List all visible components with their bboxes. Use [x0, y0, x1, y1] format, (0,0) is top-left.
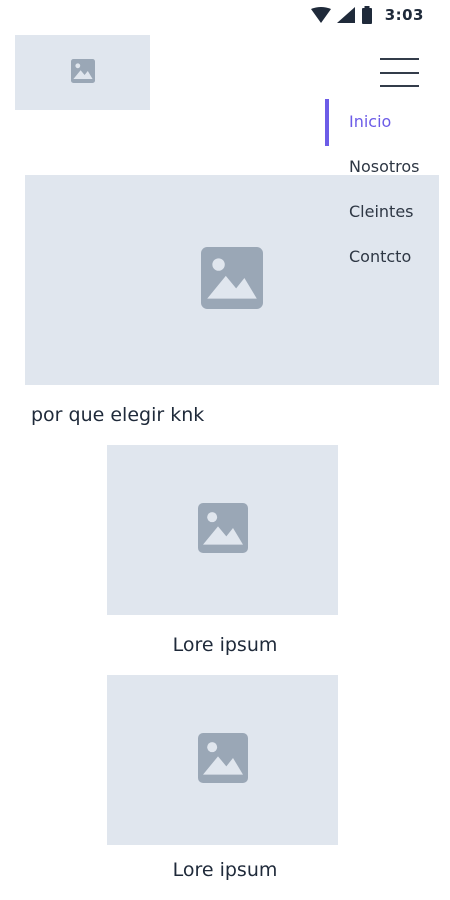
status-icons: 3:03 — [310, 6, 424, 24]
status-bar: 3:03 — [0, 0, 450, 32]
nav-item-contacto[interactable]: Contcto — [349, 247, 411, 266]
card-image — [107, 445, 338, 615]
nav-item-inicio[interactable]: Inicio — [349, 112, 391, 131]
nav-item-clientes[interactable]: Cleintes — [349, 202, 414, 221]
card-caption: Lore ipsum — [172, 859, 278, 881]
wifi-icon — [310, 7, 331, 23]
image-placeholder-icon — [70, 58, 95, 87]
image-placeholder-icon — [201, 247, 263, 313]
image-placeholder-icon — [197, 503, 248, 557]
section-title: por que elegir knk — [31, 404, 205, 426]
card-caption: Lore ipsum — [172, 634, 278, 656]
signal-icon — [336, 7, 355, 23]
nav-active-indicator — [325, 99, 329, 146]
logo[interactable] — [15, 35, 150, 110]
card-image — [107, 675, 338, 845]
hamburger-menu-button[interactable] — [380, 58, 420, 88]
battery-icon — [361, 6, 373, 24]
nav-item-nosotros[interactable]: Nosotros — [349, 157, 420, 176]
status-time: 3:03 — [384, 6, 424, 24]
image-placeholder-icon — [197, 733, 248, 787]
